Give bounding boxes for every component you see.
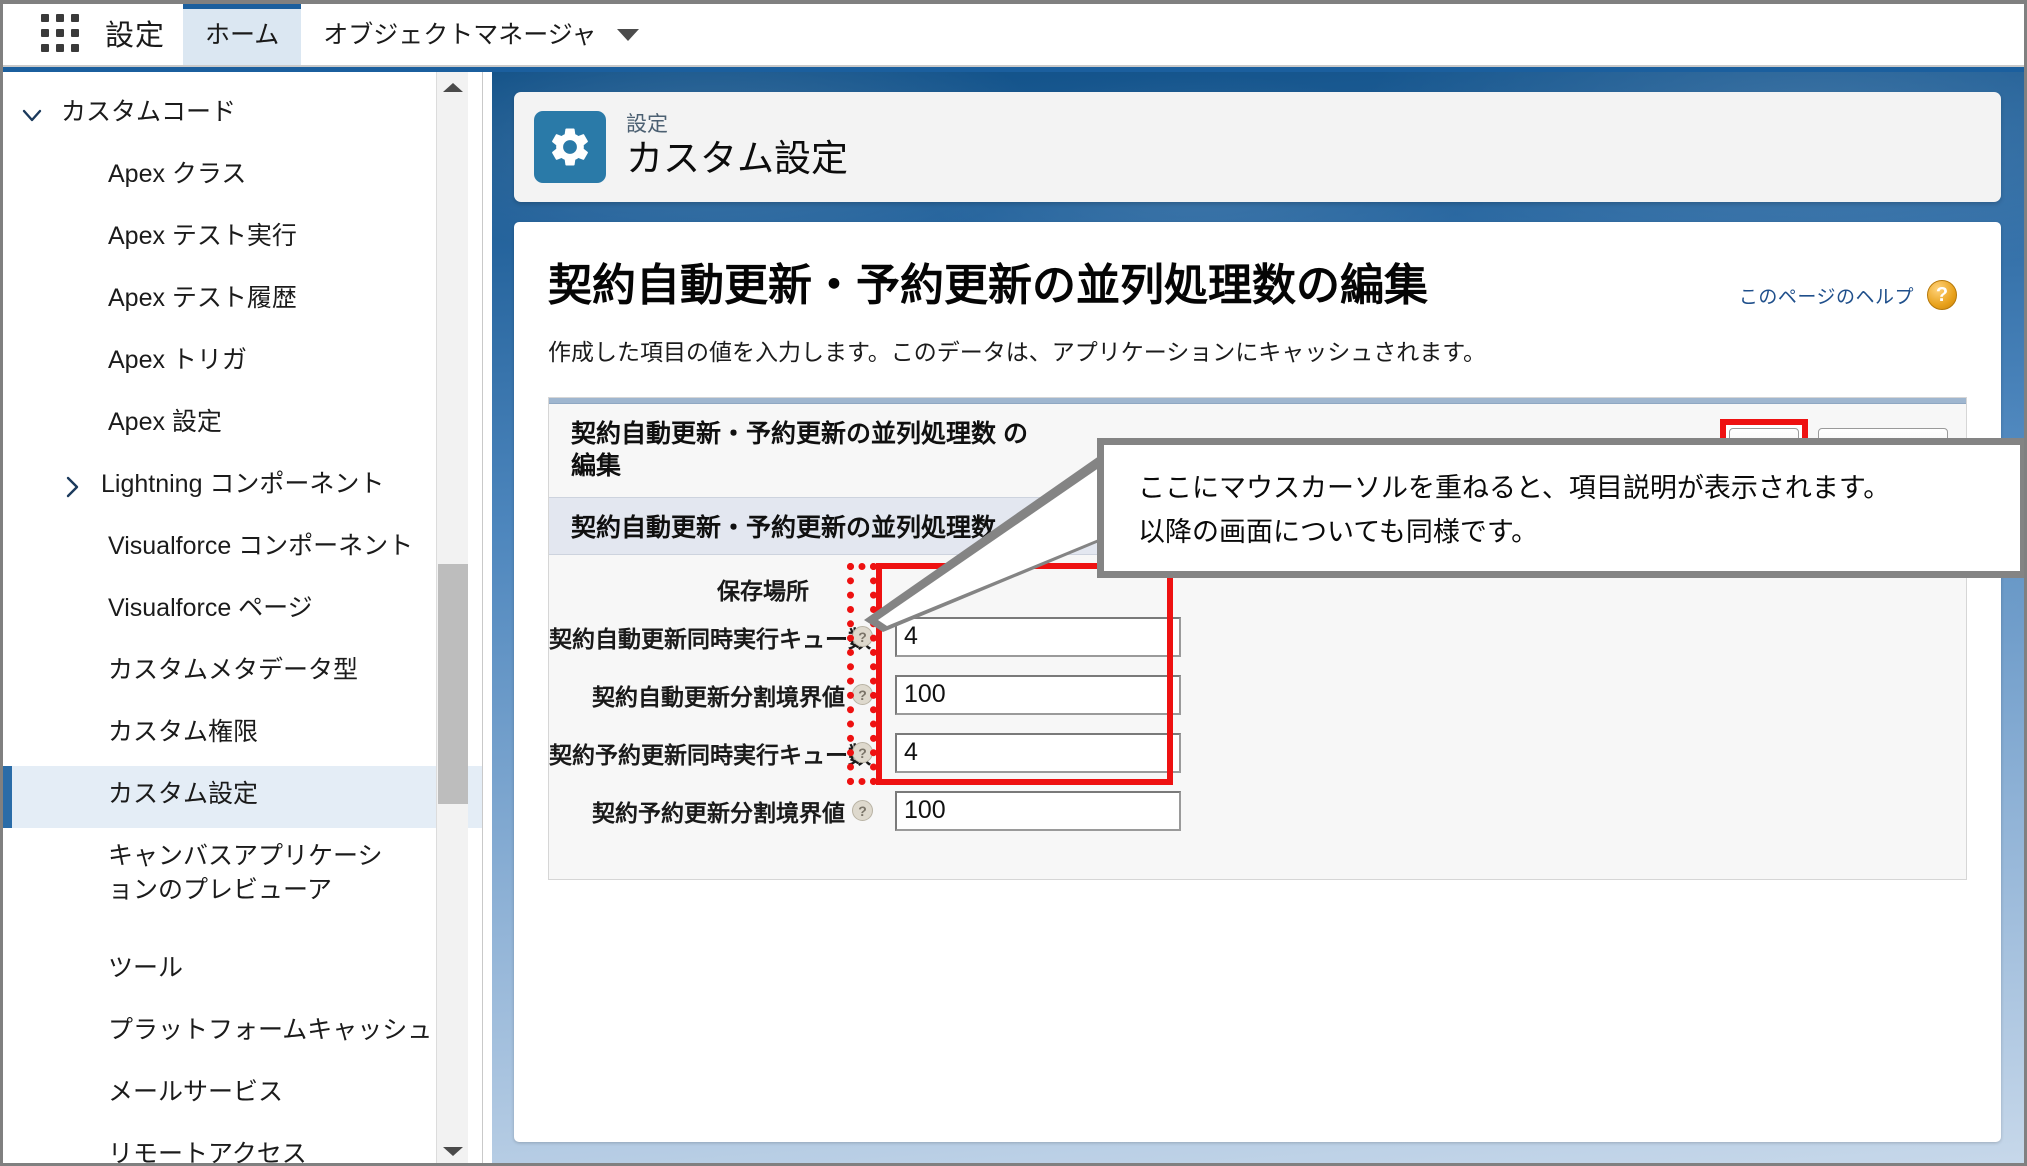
sidebar-item-label: カスタムコード [61, 98, 237, 126]
sidebar-item-apex-test-execution[interactable]: Apex テスト実行 [3, 208, 482, 270]
app-launcher-icon[interactable] [41, 14, 81, 54]
sidebar-item-label: Apex テスト実行 [108, 222, 297, 250]
setup-sidebar: カスタムコード Apex クラス Apex テスト実行 Apex テスト履歴 A… [3, 72, 483, 1166]
field-row: 契約自動更新分割境界値 ? [549, 671, 1966, 719]
sidebar-item-email-services[interactable]: メールサービス [3, 1064, 482, 1126]
help-link[interactable]: このページのヘルプ [1739, 282, 1914, 309]
field-label: 契約予約更新分割境界値 [592, 799, 845, 826]
sidebar-item-label: カスタム設定 [108, 780, 259, 808]
sidebar-item-visualforce-pages[interactable]: Visualforce ページ [3, 580, 482, 642]
sidebar-item-label: Apex クラス [108, 160, 247, 188]
setup-title: 設定 [105, 19, 166, 52]
tab-object-manager[interactable]: オブジェクトマネージャ [301, 4, 660, 65]
global-top-bar: 設定 ホーム オブジェクトマネージャ [3, 4, 2024, 67]
page-description: 作成した項目の値を入力します。このデータは、アプリケーションにキャッシュされます… [548, 338, 1486, 365]
sidebar-scrollbar[interactable] [436, 72, 469, 1163]
sidebar-item-label: Lightning コンポーネント [101, 470, 385, 498]
tab-home[interactable]: ホーム [183, 4, 302, 65]
field-label: 契約自動更新分割境界値 [592, 683, 845, 710]
field-row: 契約予約更新同時実行キュー数 ? [549, 729, 1966, 777]
page-header-eyebrow: 設定 [626, 113, 668, 137]
field-input-scheduled-renew-split-threshold[interactable] [895, 790, 1181, 831]
field-label: 契約予約更新同時実行キュー数 [549, 741, 871, 768]
sidebar-item-canvas-app-previewer[interactable]: キャンバスアプリケーションのプレビューア [3, 828, 482, 940]
sidebar-item-label: Apex 設定 [108, 408, 222, 436]
sidebar-item-label: カスタム権限 [108, 718, 259, 746]
sidebar-item-tools[interactable]: ツール [3, 940, 482, 1002]
sidebar-item-apex-classes[interactable]: Apex クラス [3, 146, 482, 208]
sidebar-item-label: Visualforce コンポーネント [108, 532, 414, 560]
content-panel: 契約自動更新・予約更新の並列処理数の編集 このページのヘルプ ? 作成した項目の… [514, 222, 2001, 1142]
sidebar-item-remote-access[interactable]: リモートアクセス [3, 1126, 482, 1166]
field-input-scheduled-renew-queue-count[interactable] [895, 732, 1181, 773]
tab-object-manager-label: オブジェクトマネージャ [323, 20, 597, 49]
field-row: 契約予約更新分割境界値 ? [549, 787, 1966, 835]
sidebar-item-label: ツール [108, 954, 184, 982]
help-info-icon[interactable]: ? [852, 684, 873, 706]
sidebar-item-apex-triggers[interactable]: Apex トリガ [3, 332, 482, 394]
chevron-down-icon[interactable] [3, 96, 61, 128]
sidebar-item-lightning-components[interactable]: Lightning コンポーネント [3, 456, 482, 518]
help-info-icon[interactable]: ? [852, 800, 873, 822]
chevron-right-icon[interactable] [43, 468, 101, 500]
field-label: 契約自動更新同時実行キュー数 [549, 625, 871, 652]
sidebar-item-platform-cache[interactable]: プラットフォームキャッシュ [3, 1002, 482, 1064]
form-header-title: 契約自動更新・予約更新の並列処理数 の編集 [571, 419, 1028, 481]
scrollbar-thumb[interactable] [438, 564, 468, 804]
sidebar-item-label: Apex テスト履歴 [108, 284, 297, 312]
field-input-auto-renew-queue-count[interactable] [895, 616, 1181, 657]
sidebar-item-label: リモートアクセス [108, 1140, 307, 1166]
page-header-card: 設定 カスタム設定 [514, 92, 2001, 202]
sidebar-item-label: メールサービス [108, 1078, 284, 1106]
help-for-this-page[interactable]: このページのヘルプ ? [1739, 280, 1957, 310]
sidebar-item-custom-settings[interactable]: カスタム設定 [3, 766, 482, 828]
gear-icon [534, 111, 606, 183]
app-window: 設定 ホーム オブジェクトマネージャ カスタムコード Apex クラス Apex… [0, 0, 2027, 1166]
field-input-auto-renew-split-threshold[interactable] [895, 674, 1181, 715]
sidebar-item-label: Apex トリガ [108, 346, 247, 374]
sidebar-item-custom-code[interactable]: カスタムコード [3, 84, 482, 146]
sidebar-item-custom-metadata-types[interactable]: カスタムメタデータ型 [3, 642, 482, 704]
sidebar-item-apex-test-history[interactable]: Apex テスト履歴 [3, 270, 482, 332]
storage-location-label: 保存場所 [717, 577, 809, 604]
sidebar-item-label: キャンバスアプリケーションのプレビューア [108, 842, 383, 904]
sidebar-nav-list: カスタムコード Apex クラス Apex テスト実行 Apex テスト履歴 A… [3, 72, 482, 1166]
sidebar-item-visualforce-components[interactable]: Visualforce コンポーネント [3, 518, 482, 580]
content-header-row: 契約自動更新・予約更新の並列処理数の編集 このページのヘルプ ? [548, 260, 1967, 313]
sidebar-item-label: カスタムメタデータ型 [108, 656, 359, 684]
scroll-down-arrow-icon[interactable] [437, 1136, 469, 1163]
field-row: 契約自動更新同時実行キュー数 ? [549, 613, 1966, 661]
help-question-icon[interactable]: ? [1927, 280, 1957, 310]
scroll-up-arrow-icon[interactable] [437, 72, 469, 102]
chevron-down-icon[interactable] [616, 28, 639, 41]
sidebar-item-label: Visualforce ページ [108, 594, 313, 622]
annotation-callout: ここにマウスカーソルを重ねると、項目説明が表示されます。 以降の画面についても同… [1097, 438, 2024, 578]
form-fields-area: 保存場所 契約自動更新同時実行キュー数 ? 契約自動更新分割境界値 ? 契約予約… [549, 554, 1966, 879]
sidebar-item-apex-settings[interactable]: Apex 設定 [3, 394, 482, 456]
edit-page-title: 契約自動更新・予約更新の並列処理数の編集 [548, 261, 1428, 310]
tab-home-label: ホーム [205, 20, 280, 49]
sidebar-item-label: プラットフォームキャッシュ [108, 1016, 433, 1044]
callout-line-2: 以降の画面についても同様です。 [1138, 516, 1539, 547]
main-content-area: 設定 カスタム設定 契約自動更新・予約更新の並列処理数の編集 このページのヘルプ… [492, 72, 2024, 1163]
callout-line-1: ここにマウスカーソルを重ねると、項目説明が表示されます。 [1138, 473, 1891, 503]
page-title: カスタム設定 [626, 138, 848, 180]
sidebar-item-custom-permissions[interactable]: カスタム権限 [3, 704, 482, 766]
